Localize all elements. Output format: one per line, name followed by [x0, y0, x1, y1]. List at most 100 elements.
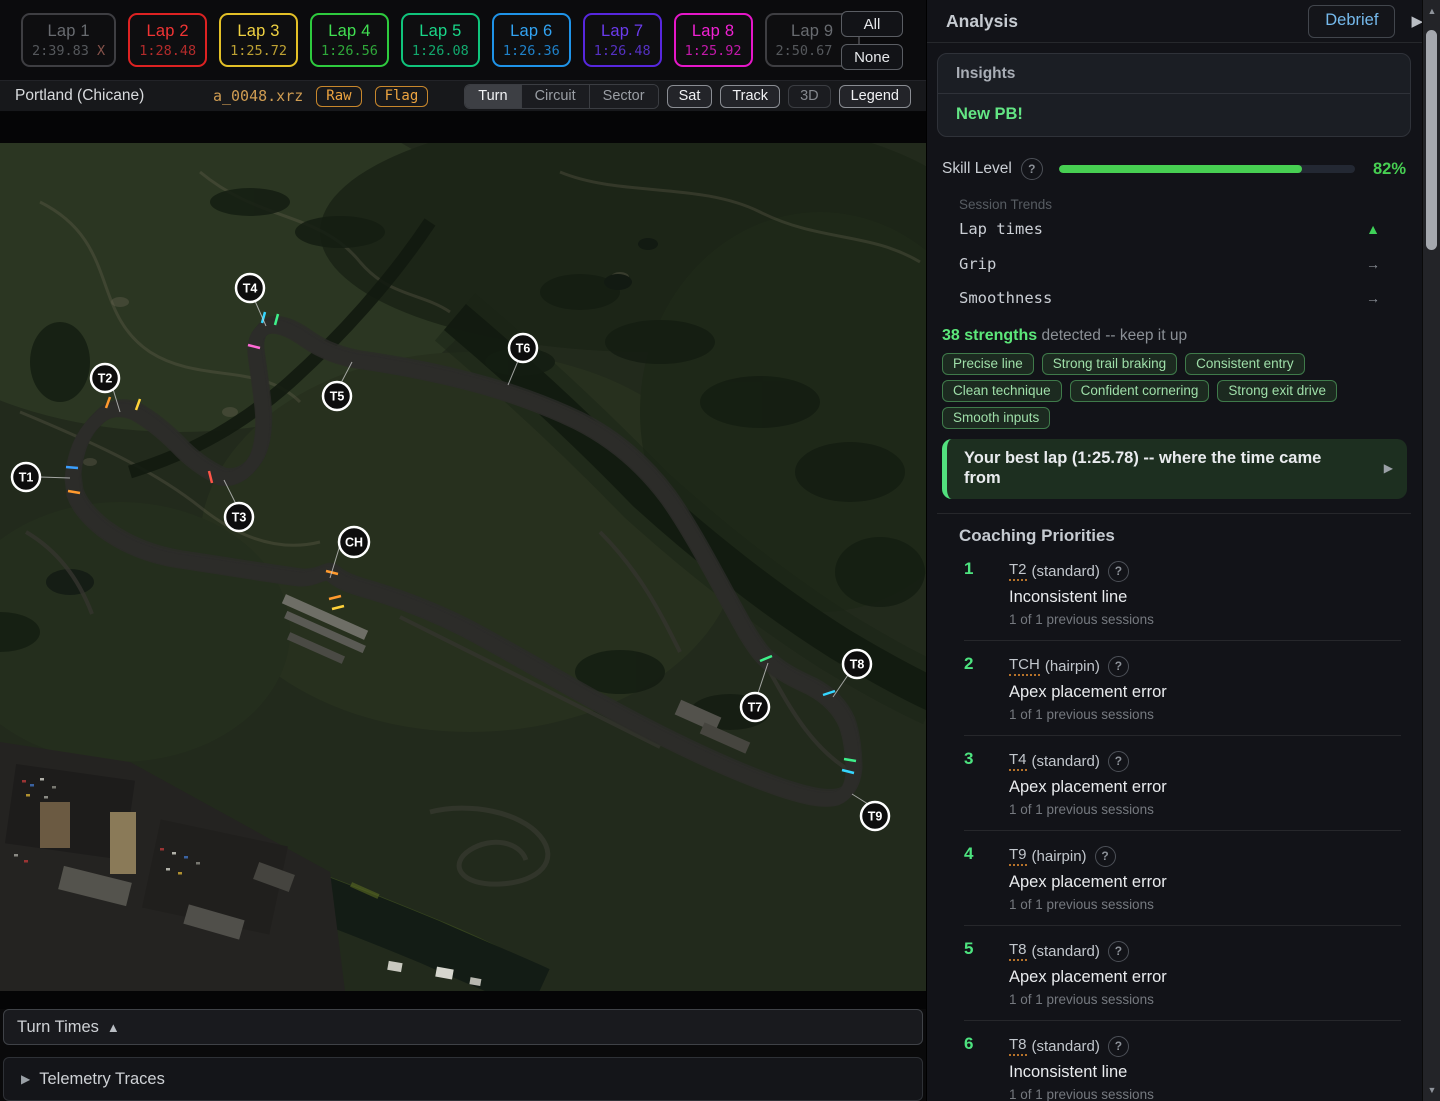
- strengths-count: 38 strengths: [942, 327, 1037, 344]
- mode-circuit-tab[interactable]: Circuit: [522, 85, 590, 108]
- coaching-item-6[interactable]: 6 T8 (standard) ? Inconsistent line 1 of…: [964, 1021, 1401, 1101]
- panel-title: Analysis: [946, 11, 1018, 32]
- skill-percent: 82%: [1373, 160, 1406, 179]
- turn-marker-t4[interactable]: T4: [236, 274, 264, 302]
- raw-button[interactable]: Raw: [316, 86, 361, 107]
- turn-marker-t3[interactable]: T3: [225, 503, 253, 531]
- lap-3-button[interactable]: Lap 3 1:25.72: [219, 13, 298, 67]
- mode-sector-tab[interactable]: Sector: [590, 85, 658, 108]
- help-icon[interactable]: ?: [1095, 846, 1116, 867]
- lap-6-button[interactable]: Lap 6 1:26.36: [492, 13, 571, 67]
- analysis-scroll-area[interactable]: Insights New PB! Skill Level ? 82% Sessi…: [927, 43, 1422, 1101]
- coaching-issue: Apex placement error: [1009, 968, 1401, 987]
- telemetry-traces-panel-toggle[interactable]: ▶ Telemetry Traces: [3, 1057, 923, 1101]
- insights-header: Insights: [938, 54, 1410, 94]
- trend-row-lap-times[interactable]: Lap times ▲: [959, 212, 1380, 247]
- help-icon[interactable]: ?: [1108, 941, 1129, 962]
- strengths-summary: 38 strengths detected -- keep it up: [942, 327, 1411, 345]
- lap-label: Lap 6: [510, 22, 552, 41]
- scrollbar-up-icon[interactable]: ▲: [1423, 6, 1440, 16]
- lap-7-button[interactable]: Lap 7 1:26.48: [583, 13, 662, 67]
- turn-marker-t5[interactable]: T5: [323, 382, 351, 410]
- turn-type: (standard): [1032, 563, 1100, 580]
- trend-flat-icon: →: [1366, 256, 1380, 272]
- strength-chip[interactable]: Strong trail braking: [1042, 353, 1177, 375]
- turn-marker-t8[interactable]: T8: [843, 650, 871, 678]
- coaching-sessions: 1 of 1 previous sessions: [1009, 802, 1401, 817]
- lap-label: Lap 1: [47, 22, 89, 41]
- turn-marker-t6[interactable]: T6: [509, 334, 537, 362]
- lap-time: 2:39.83 X: [32, 43, 105, 59]
- debrief-button[interactable]: Debrief: [1308, 5, 1395, 38]
- scrollbar-thumb[interactable]: [1426, 30, 1437, 250]
- sat-toggle-button[interactable]: Sat: [667, 85, 713, 108]
- strength-chip[interactable]: Precise line: [942, 353, 1034, 375]
- coaching-item-3[interactable]: 3 T4 (standard) ? Apex placement error 1…: [964, 736, 1401, 831]
- coaching-item-2[interactable]: 2 TCH (hairpin) ? Apex placement error 1…: [964, 641, 1401, 736]
- coaching-item-title: T2 (standard) ?: [1009, 561, 1401, 582]
- coaching-item-1[interactable]: 1 T2 (standard) ? Inconsistent line 1 of…: [964, 546, 1401, 641]
- turn-code: T8: [1009, 941, 1027, 961]
- panel-scrollbar[interactable]: ▲ ▼: [1422, 0, 1440, 1101]
- flag-button[interactable]: Flag: [375, 86, 429, 107]
- help-icon[interactable]: ?: [1108, 751, 1129, 772]
- lap-label: Lap 3: [237, 22, 279, 41]
- help-icon[interactable]: ?: [1021, 158, 1043, 180]
- lap-2-button[interactable]: Lap 2 1:28.48: [128, 13, 207, 67]
- lap-time: 1:25.72: [230, 43, 287, 59]
- strength-chip[interactable]: Clean technique: [942, 380, 1062, 402]
- skill-progress-bar: [1059, 165, 1355, 173]
- mode-turn-tab[interactable]: Turn: [465, 85, 521, 108]
- trend-row-smoothness[interactable]: Smoothness →: [959, 281, 1380, 316]
- turn-code: TCH: [1009, 656, 1040, 676]
- turn-marker-t1[interactable]: T1: [12, 463, 40, 491]
- strength-chip[interactable]: Consistent entry: [1185, 353, 1305, 375]
- help-icon[interactable]: ?: [1108, 561, 1129, 582]
- lap-time: 1:28.48: [139, 43, 196, 59]
- satellite-map-canvas: T1 T2 T3 T4 T5 T6 CH T7 T8 T9: [0, 112, 926, 1009]
- legend-toggle-button[interactable]: Legend: [839, 85, 911, 108]
- coaching-issue: Inconsistent line: [1009, 588, 1401, 607]
- svg-text:T3: T3: [232, 511, 247, 525]
- help-icon[interactable]: ?: [1108, 656, 1129, 677]
- select-no-laps-button[interactable]: None: [841, 44, 903, 70]
- map-mode-segmented-control: Turn Circuit Sector: [464, 84, 658, 109]
- trend-row-grip[interactable]: Grip →: [959, 247, 1380, 282]
- lap-label: Lap 4: [328, 22, 370, 41]
- coaching-item-5[interactable]: 5 T8 (standard) ? Apex placement error 1…: [964, 926, 1401, 1021]
- turn-marker-t2[interactable]: T2: [91, 364, 119, 392]
- strength-chip[interactable]: Strong exit drive: [1217, 380, 1337, 402]
- track-toggle-button[interactable]: Track: [720, 85, 780, 108]
- scrollbar-down-icon[interactable]: ▼: [1423, 1085, 1440, 1095]
- turn-times-panel-toggle[interactable]: Turn Times ▲: [3, 1009, 923, 1045]
- turn-marker-t7[interactable]: T7: [741, 693, 769, 721]
- telemetry-traces-label: Telemetry Traces: [39, 1070, 165, 1089]
- strength-chip[interactable]: Confident cornering: [1070, 380, 1210, 402]
- lap-1-button[interactable]: Lap 1 2:39.83 X: [21, 13, 116, 67]
- coaching-sessions: 1 of 1 previous sessions: [1009, 897, 1401, 912]
- coaching-item-title: TCH (hairpin) ?: [1009, 656, 1401, 677]
- lap-5-button[interactable]: Lap 5 1:26.08: [401, 13, 480, 67]
- coaching-item-4[interactable]: 4 T9 (hairpin) ? Apex placement error 1 …: [964, 831, 1401, 926]
- lap-button-row: Lap 1 2:39.83 X Lap 2 1:28.48 Lap 3 1:25…: [21, 13, 860, 67]
- track-map[interactable]: T1 T2 T3 T4 T5 T6 CH T7 T8 T9: [0, 112, 926, 1009]
- lap-8-button[interactable]: Lap 8 1:25.92: [674, 13, 753, 67]
- chevron-right-icon: ▶: [1384, 461, 1393, 475]
- strength-chip[interactable]: Smooth inputs: [942, 407, 1050, 429]
- lap-4-button[interactable]: Lap 4 1:26.56: [310, 13, 389, 67]
- trend-label: Smoothness: [959, 289, 1052, 307]
- best-lap-callout[interactable]: Your best lap (1:25.78) -- where the tim…: [942, 439, 1407, 499]
- lap-time: 1:26.36: [503, 43, 560, 59]
- turn-marker-t9[interactable]: T9: [861, 802, 889, 830]
- help-icon[interactable]: ?: [1108, 1036, 1129, 1057]
- expand-right-icon: ▶: [21, 1072, 30, 1086]
- coaching-issue: Apex placement error: [1009, 683, 1401, 702]
- select-all-laps-button[interactable]: All: [841, 11, 903, 37]
- coaching-priorities-header: Coaching Priorities: [959, 526, 1411, 546]
- lap-label: Lap 5: [419, 22, 461, 41]
- turn-marker-ch[interactable]: CH: [339, 527, 369, 557]
- analysis-panel-header: Analysis Debrief ▶: [927, 0, 1440, 43]
- priority-rank: 4: [964, 844, 973, 864]
- best-lap-text: Your best lap (1:25.78) -- where the tim…: [964, 448, 1349, 489]
- 3d-toggle-button[interactable]: 3D: [788, 85, 831, 108]
